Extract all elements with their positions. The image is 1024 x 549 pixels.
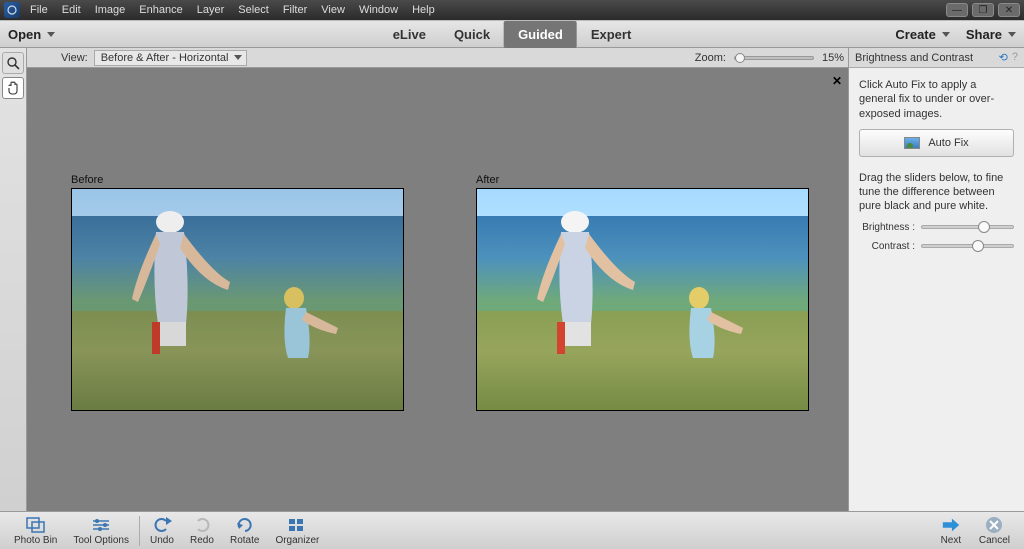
zoom-value: 15% xyxy=(822,52,844,64)
window-minimize-button[interactable]: — xyxy=(946,3,968,17)
redo-label: Redo xyxy=(190,535,214,546)
after-label: After xyxy=(476,174,809,186)
panel-title: Brightness and Contrast xyxy=(855,52,973,64)
redo-icon xyxy=(192,516,212,534)
app-logo-icon xyxy=(4,2,20,18)
cancel-label: Cancel xyxy=(979,535,1010,546)
caret-down-icon xyxy=(1008,32,1016,37)
tool-options-label: Tool Options xyxy=(73,535,129,546)
undo-button[interactable]: Undo xyxy=(142,516,182,546)
tab-elive[interactable]: eLive xyxy=(379,21,440,48)
tool-options-button[interactable]: Tool Options xyxy=(65,516,137,546)
redo-button[interactable]: Redo xyxy=(182,516,222,546)
cancel-button[interactable]: Cancel xyxy=(971,516,1018,546)
menu-filter[interactable]: Filter xyxy=(283,4,307,16)
zoom-thumb[interactable] xyxy=(735,53,745,63)
main-row: View: Before & After - Horizontal Zoom: … xyxy=(0,48,1024,511)
next-label: Next xyxy=(941,535,962,546)
main-menu: File Edit Image Enhance Layer Select Fil… xyxy=(30,4,435,16)
auto-fix-button[interactable]: Auto Fix xyxy=(859,129,1014,157)
brightness-label: Brightness : xyxy=(859,222,915,233)
view-value: Before & After - Horizontal xyxy=(101,52,229,64)
help-icon[interactable]: ? xyxy=(1012,51,1018,64)
share-label: Share xyxy=(966,27,1002,42)
zoom-label: Zoom: xyxy=(695,52,726,64)
contrast-thumb[interactable] xyxy=(972,240,984,252)
create-label: Create xyxy=(895,27,935,42)
close-document-icon[interactable]: ✕ xyxy=(832,74,842,88)
rotate-icon xyxy=(235,516,255,534)
menu-window[interactable]: Window xyxy=(359,4,398,16)
brightness-thumb[interactable] xyxy=(978,221,990,233)
after-image xyxy=(476,188,809,411)
contrast-slider[interactable] xyxy=(921,244,1014,248)
organizer-icon xyxy=(287,516,307,534)
undo-label: Undo xyxy=(150,535,174,546)
organizer-label: Organizer xyxy=(275,535,319,546)
right-panel: Brightness and Contrast ⟲ ? Click Auto F… xyxy=(848,48,1024,511)
title-bar: File Edit Image Enhance Layer Select Fil… xyxy=(0,0,1024,20)
window-maximize-button[interactable]: ❐ xyxy=(972,3,994,17)
action-bar: Open eLive Quick Guided Expert Create Sh… xyxy=(0,20,1024,48)
brightness-slider[interactable] xyxy=(921,225,1014,229)
before-label: Before xyxy=(71,174,404,186)
menu-view[interactable]: View xyxy=(321,4,345,16)
next-arrow-icon xyxy=(941,516,961,534)
menu-edit[interactable]: Edit xyxy=(62,4,81,16)
menu-layer[interactable]: Layer xyxy=(197,4,225,16)
photo-bin-label: Photo Bin xyxy=(14,535,57,546)
rotate-label: Rotate xyxy=(230,535,259,546)
next-button[interactable]: Next xyxy=(931,516,971,546)
create-button[interactable]: Create xyxy=(895,27,949,42)
menu-file[interactable]: File xyxy=(30,4,48,16)
tab-guided[interactable]: Guided xyxy=(504,21,577,48)
view-select[interactable]: Before & After - Horizontal xyxy=(94,50,248,66)
separator xyxy=(139,516,140,546)
autofix-icon xyxy=(904,137,920,149)
before-image xyxy=(71,188,404,411)
menu-enhance[interactable]: Enhance xyxy=(139,4,182,16)
tool-options-icon xyxy=(91,516,111,534)
panel-hint: Click Auto Fix to apply a general fix to… xyxy=(859,78,1014,121)
caret-down-icon xyxy=(942,32,950,37)
open-label: Open xyxy=(8,27,41,42)
caret-down-icon xyxy=(47,32,55,37)
tab-expert[interactable]: Expert xyxy=(577,21,645,48)
bottom-bar: Photo Bin Tool Options Undo Redo Rotate … xyxy=(0,511,1024,549)
organizer-button[interactable]: Organizer xyxy=(267,516,327,546)
reset-icon[interactable]: ⟲ xyxy=(999,51,1008,64)
share-button[interactable]: Share xyxy=(966,27,1016,42)
menu-select[interactable]: Select xyxy=(238,4,269,16)
hand-tool[interactable] xyxy=(2,77,24,99)
tab-quick[interactable]: Quick xyxy=(440,21,504,48)
panel-desc: Drag the sliders below, to fine tune the… xyxy=(859,171,1014,214)
cancel-icon xyxy=(984,516,1004,534)
mode-tabs: eLive Quick Guided Expert xyxy=(379,21,646,48)
options-bar: View: Before & After - Horizontal Zoom: … xyxy=(27,48,848,68)
menu-help[interactable]: Help xyxy=(412,4,435,16)
zoom-tool[interactable] xyxy=(2,52,24,74)
contrast-label: Contrast : xyxy=(859,241,915,252)
canvas-area: ✕ Before xyxy=(27,68,848,511)
view-label: View: xyxy=(61,52,88,64)
photo-bin-icon xyxy=(26,516,46,534)
open-button[interactable]: Open xyxy=(8,27,55,42)
undo-icon xyxy=(152,516,172,534)
auto-fix-label: Auto Fix xyxy=(928,137,968,149)
tool-strip xyxy=(0,48,27,511)
caret-down-icon xyxy=(234,55,242,60)
zoom-slider[interactable] xyxy=(734,56,814,60)
photo-bin-button[interactable]: Photo Bin xyxy=(6,516,65,546)
window-close-button[interactable]: ✕ xyxy=(998,3,1020,17)
menu-image[interactable]: Image xyxy=(95,4,126,16)
rotate-button[interactable]: Rotate xyxy=(222,516,267,546)
panel-header: Brightness and Contrast ⟲ ? xyxy=(849,48,1024,68)
